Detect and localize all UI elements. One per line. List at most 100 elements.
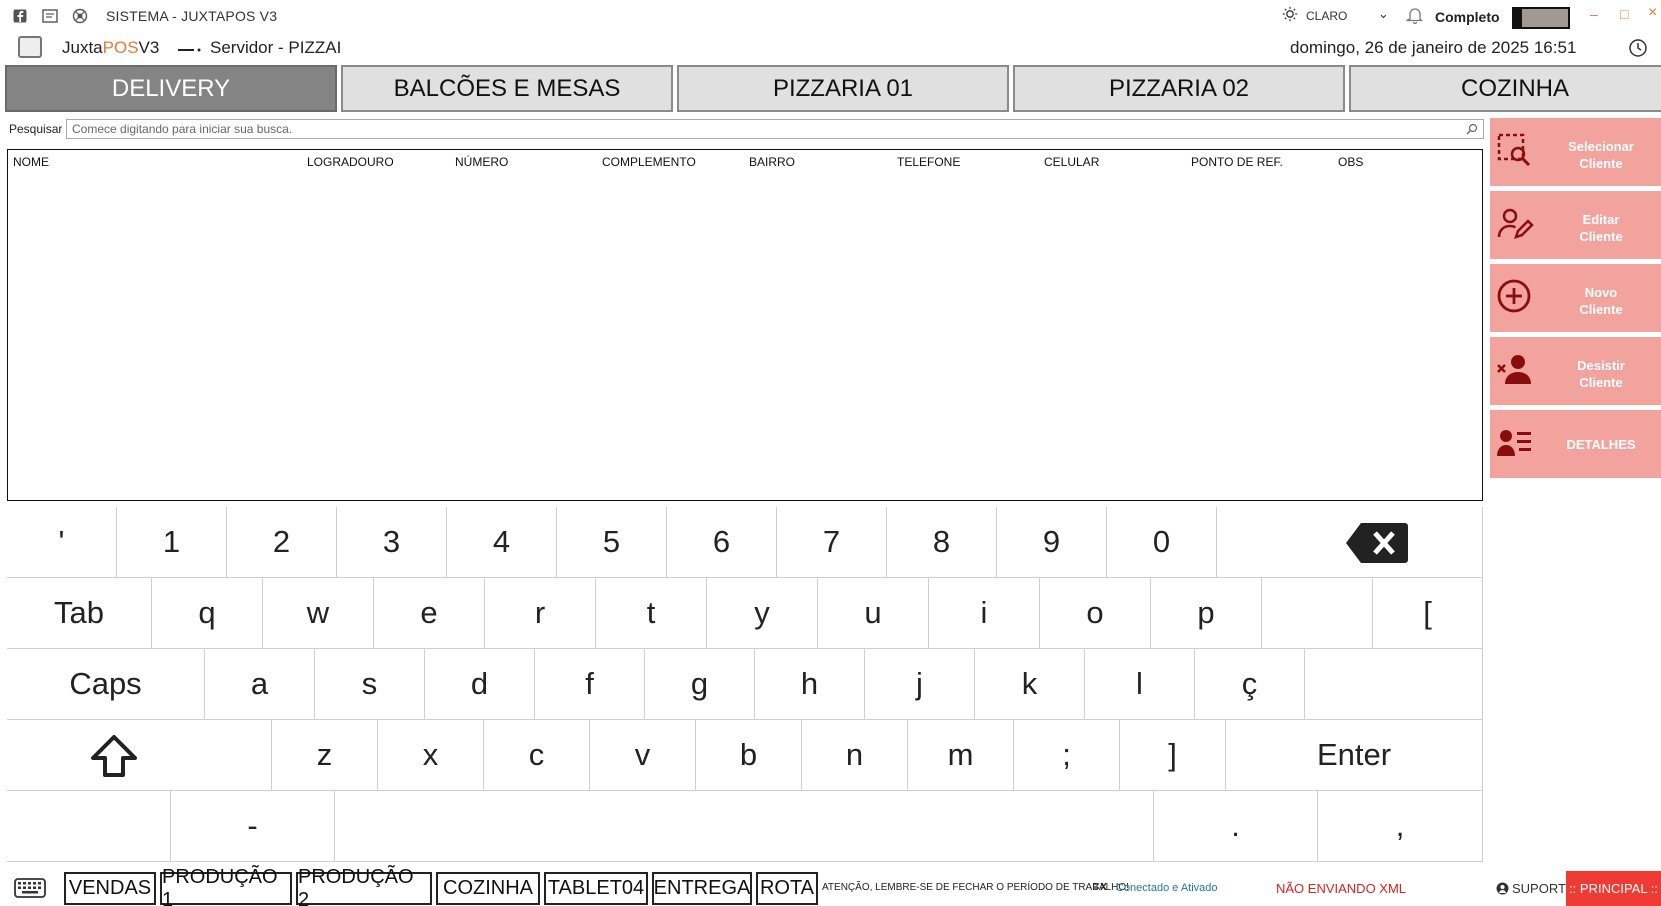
close-button[interactable]: × bbox=[1648, 4, 1657, 22]
key-l[interactable]: l bbox=[1085, 649, 1195, 720]
key-b[interactable]: b bbox=[696, 720, 802, 791]
bell-icon[interactable] bbox=[1406, 6, 1424, 29]
key-0[interactable]: 0 bbox=[1107, 507, 1217, 578]
support-globe-icon[interactable] bbox=[70, 6, 90, 26]
edit-customer-button[interactable]: Editar Cliente bbox=[1490, 191, 1661, 259]
key-blank-r5-left[interactable] bbox=[7, 791, 171, 862]
key-i[interactable]: i bbox=[929, 578, 1040, 649]
key-3[interactable]: 3 bbox=[337, 507, 447, 578]
column-header-celular[interactable]: CELULAR bbox=[1044, 155, 1099, 169]
tab-balcoes-e-mesas[interactable]: BALCÕES E MESAS bbox=[341, 65, 673, 112]
key-w[interactable]: w bbox=[263, 578, 374, 649]
key-c[interactable]: c bbox=[484, 720, 590, 791]
key-d[interactable]: d bbox=[425, 649, 535, 720]
entrega-button[interactable]: ENTREGA bbox=[652, 872, 752, 905]
column-header-nome[interactable]: NOME bbox=[13, 155, 49, 169]
key-close-bracket[interactable]: ] bbox=[1120, 720, 1226, 791]
select-customer-line1: Selecionar bbox=[1568, 139, 1634, 154]
key-j[interactable]: j bbox=[865, 649, 975, 720]
key-n[interactable]: n bbox=[802, 720, 908, 791]
key-r[interactable]: r bbox=[485, 578, 596, 649]
edit-customer-line2: Cliente bbox=[1579, 229, 1623, 244]
search-input[interactable] bbox=[66, 119, 1484, 139]
keyboard-row-2: Tab q w e r t y u i o p [ bbox=[7, 578, 1483, 649]
key-shift[interactable] bbox=[7, 720, 272, 791]
key-semicolon[interactable]: ; bbox=[1014, 720, 1120, 791]
key-caps[interactable]: Caps bbox=[7, 649, 205, 720]
rota-button[interactable]: ROTA bbox=[756, 872, 818, 905]
key-q[interactable]: q bbox=[152, 578, 263, 649]
tab-pizzaria-01[interactable]: PIZZARIA 01 bbox=[677, 65, 1009, 112]
key-f[interactable]: f bbox=[535, 649, 645, 720]
search-icon[interactable] bbox=[1466, 122, 1478, 140]
key-h[interactable]: h bbox=[755, 649, 865, 720]
vendas-button[interactable]: VENDAS bbox=[64, 872, 156, 905]
key-8[interactable]: 8 bbox=[887, 507, 997, 578]
key-backspace[interactable] bbox=[1217, 507, 1483, 578]
key-period[interactable]: . bbox=[1154, 791, 1318, 862]
cozinha-button[interactable]: COZINHA bbox=[436, 872, 540, 905]
key-t[interactable]: t bbox=[596, 578, 707, 649]
details-button[interactable]: DETALHES bbox=[1490, 410, 1661, 478]
key-9[interactable]: 9 bbox=[997, 507, 1107, 578]
key-enter[interactable]: Enter bbox=[1226, 720, 1483, 791]
chevron-down-icon[interactable]: ⌄ bbox=[1378, 6, 1389, 22]
support-link[interactable]: SUPORTE bbox=[1496, 881, 1575, 898]
maximize-button[interactable]: □ bbox=[1620, 6, 1628, 22]
column-header-logradouro[interactable]: LOGRADOURO bbox=[307, 155, 394, 169]
key-1[interactable]: 1 bbox=[117, 507, 227, 578]
key-4[interactable]: 4 bbox=[447, 507, 557, 578]
tab-pizzaria-02[interactable]: PIZZARIA 02 bbox=[1013, 65, 1345, 112]
key-blank-r2[interactable] bbox=[1262, 578, 1373, 649]
key-s[interactable]: s bbox=[315, 649, 425, 720]
clock-icon[interactable] bbox=[1628, 38, 1648, 63]
key-c-cedilla[interactable]: ç bbox=[1195, 649, 1305, 720]
key-v[interactable]: v bbox=[590, 720, 696, 791]
tab-cozinha[interactable]: COZINHA bbox=[1349, 65, 1661, 112]
key-apostrophe[interactable]: ' bbox=[7, 507, 117, 578]
key-5[interactable]: 5 bbox=[557, 507, 667, 578]
key-7[interactable]: 7 bbox=[777, 507, 887, 578]
column-header-bairro[interactable]: BAIRRO bbox=[749, 155, 795, 169]
notes-icon[interactable] bbox=[40, 6, 60, 26]
keyboard-row-4: z x c v b n m ; ] Enter bbox=[7, 720, 1483, 791]
column-header-numero[interactable]: NÚMERO bbox=[455, 155, 508, 169]
keyboard-icon[interactable] bbox=[14, 878, 46, 903]
key-g[interactable]: g bbox=[645, 649, 755, 720]
column-header-ponto-de-ref[interactable]: PONTO DE REF. bbox=[1191, 155, 1283, 169]
key-tab[interactable]: Tab bbox=[7, 578, 152, 649]
column-header-telefone[interactable]: TELEFONE bbox=[897, 155, 960, 169]
key-a[interactable]: a bbox=[205, 649, 315, 720]
tablet04-button[interactable]: TABLET04 bbox=[544, 872, 648, 905]
select-customer-button[interactable]: Selecionar Cliente bbox=[1490, 118, 1661, 186]
facebook-icon[interactable] bbox=[10, 6, 30, 26]
customer-grid[interactable]: NOME LOGRADOURO NÚMERO COMPLEMENTO BAIRR… bbox=[7, 149, 1483, 501]
mode-toggle[interactable] bbox=[1512, 7, 1570, 29]
key-hyphen[interactable]: - bbox=[171, 791, 335, 862]
key-x[interactable]: x bbox=[378, 720, 484, 791]
principal-button[interactable]: :: PRINCIPAL :: bbox=[1566, 871, 1661, 906]
producao-1-button[interactable]: PRODUÇÃO 1 bbox=[160, 866, 292, 906]
key-m[interactable]: m bbox=[908, 720, 1014, 791]
minimize-button[interactable]: – bbox=[1590, 6, 1598, 22]
key-open-bracket[interactable]: [ bbox=[1373, 578, 1483, 649]
key-u[interactable]: u bbox=[818, 578, 929, 649]
key-e[interactable]: e bbox=[374, 578, 485, 649]
key-6[interactable]: 6 bbox=[667, 507, 777, 578]
cancel-customer-button[interactable]: Desistir Cliente bbox=[1490, 337, 1661, 405]
key-y[interactable]: y bbox=[707, 578, 818, 649]
key-space[interactable] bbox=[335, 791, 1154, 862]
key-blank-r3[interactable] bbox=[1305, 649, 1483, 720]
key-k[interactable]: k bbox=[975, 649, 1085, 720]
producao-2-button[interactable]: PRODUÇÃO 2 bbox=[296, 866, 432, 906]
column-header-complemento[interactable]: COMPLEMENTO bbox=[602, 155, 696, 169]
column-header-obs[interactable]: OBS bbox=[1338, 155, 1363, 169]
key-z[interactable]: z bbox=[272, 720, 378, 791]
key-o[interactable]: o bbox=[1040, 578, 1151, 649]
new-customer-button[interactable]: Novo Cliente bbox=[1490, 264, 1661, 332]
key-p[interactable]: p bbox=[1151, 578, 1262, 649]
theme-selector[interactable]: CLARO bbox=[1282, 6, 1347, 25]
key-2[interactable]: 2 bbox=[227, 507, 337, 578]
key-comma[interactable]: , bbox=[1318, 791, 1483, 862]
tab-delivery[interactable]: DELIVERY bbox=[5, 65, 337, 112]
